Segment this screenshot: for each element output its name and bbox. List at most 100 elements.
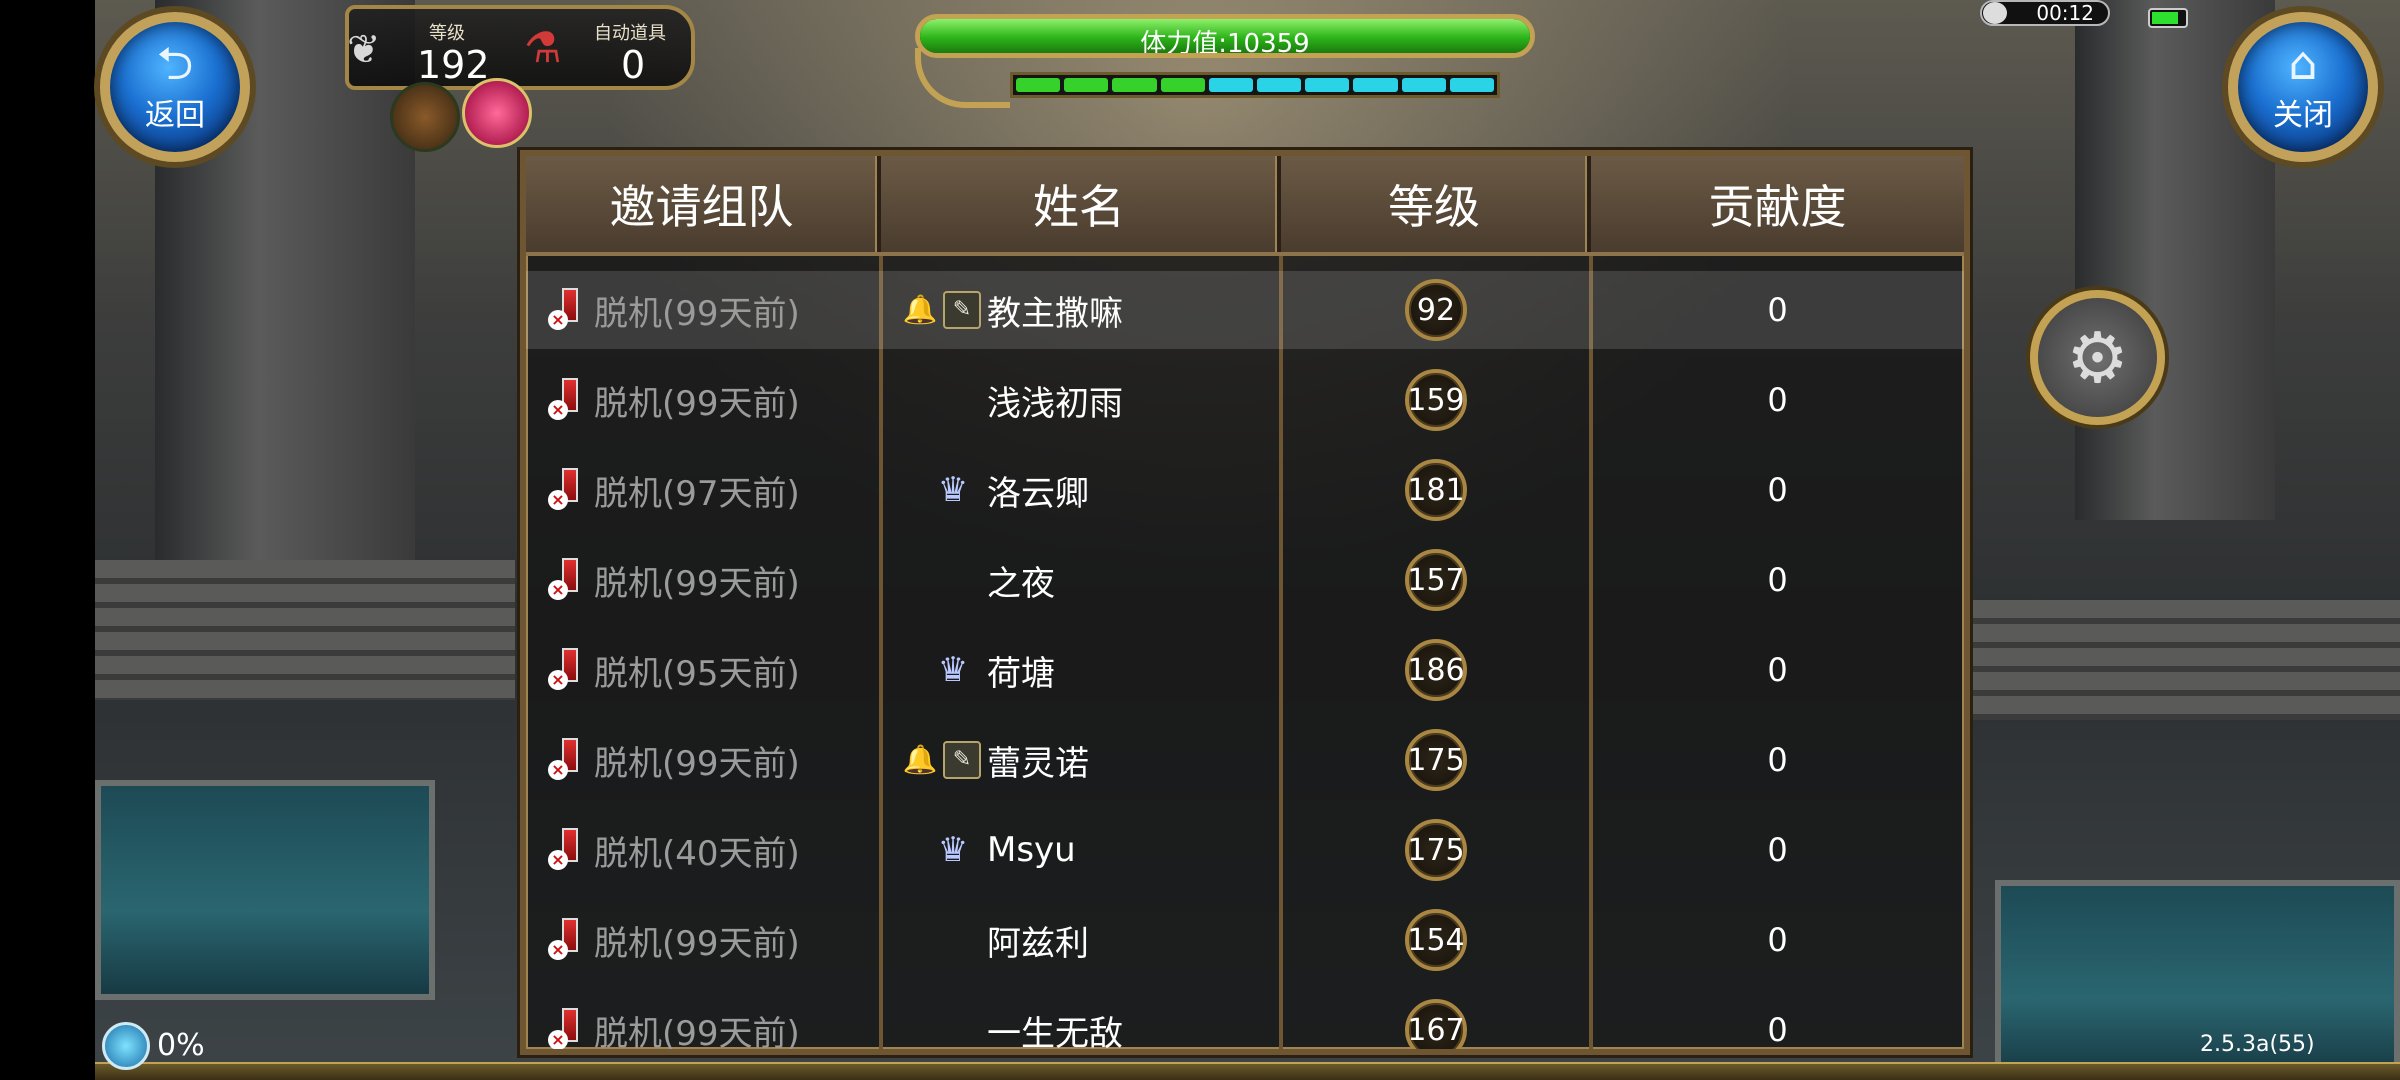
battery-level [2152, 12, 2178, 24]
gift-icon[interactable] [462, 78, 532, 148]
offline-status: 脱机(99天前) [594, 923, 800, 964]
offline-phone-icon: × [548, 378, 588, 422]
name-cell: 之夜 [881, 556, 1281, 605]
player-stats-panel: 等级 192 自动道具 0 ❦ ⚗ [345, 5, 695, 90]
offline-status: 脱机(99天前) [594, 293, 800, 334]
offline-status: 脱机(97天前) [594, 473, 800, 514]
name-cell: 阿兹利 [881, 916, 1281, 965]
offline-status: 脱机(99天前) [594, 1013, 800, 1050]
member-role-icons: ♛ [891, 468, 981, 512]
level-cell: 175 [1281, 729, 1591, 791]
back-button-label: 返回 [145, 98, 205, 133]
level-badge: 92 [1405, 279, 1467, 341]
level-badge: 175 [1405, 729, 1467, 791]
offline-status: 脱机(95天前) [594, 653, 800, 694]
invite-cell[interactable]: × 脱机(97天前) [526, 466, 881, 515]
name-cell: 浅浅初雨 [881, 376, 1281, 425]
invite-cell[interactable]: × 脱机(99天前) [526, 1006, 881, 1050]
offline-phone-icon: × [548, 288, 588, 332]
table-row[interactable]: × 脱机(99天前) 之夜 157 0 [526, 541, 1964, 619]
contribution-value: 0 [1767, 471, 1788, 509]
crown-icon: ♛ [937, 650, 969, 690]
crown-icon: ♛ [937, 470, 969, 510]
invite-cell[interactable]: × 脱机(99天前) [526, 556, 881, 605]
offline-phone-icon: × [548, 468, 588, 512]
member-name: 教主撒嘛 [987, 293, 1123, 334]
bag-icon[interactable] [390, 82, 460, 152]
member-role-icons [891, 378, 981, 422]
name-cell: ♛ 荷塘 [881, 646, 1281, 695]
member-list-panel: 邀请组队 姓名 等级 贡献度 × 脱机(99天前) 🔔 ✎ 教主撒嘛 92 0 × 脱机(99天… [520, 150, 1970, 1055]
crown-icon: ♛ [937, 830, 969, 870]
contribution-value: 0 [1767, 291, 1788, 329]
invite-cell[interactable]: × 脱机(95天前) [526, 646, 881, 695]
member-role-icons: 🔔 ✎ [891, 288, 981, 332]
auto-item-value: 0 [621, 43, 646, 87]
background-pool [1995, 880, 2400, 1080]
contribution-value: 0 [1767, 381, 1788, 419]
energy-segment [1064, 78, 1109, 92]
header-level[interactable]: 等级 [1281, 156, 1591, 252]
version-label: 2.5.3a(55) [2200, 1032, 2315, 1057]
back-button[interactable]: ⮌ 返回 [100, 12, 250, 162]
member-role-icons [891, 558, 981, 602]
contribution-value: 0 [1767, 1011, 1788, 1049]
clock-text: 00:12 [2036, 1, 2094, 25]
level-cell: 92 [1281, 279, 1591, 341]
member-role-icons: ♛ [891, 828, 981, 872]
name-cell: 🔔 ✎ 教主撒嘛 [881, 286, 1281, 335]
background-pool [95, 780, 435, 1000]
table-row[interactable]: × 脱机(97天前) ♛ 洛云卿 181 0 [526, 451, 1964, 529]
experience-percent: 0% [157, 1028, 205, 1063]
invite-cell[interactable]: × 脱机(99天前) [526, 376, 881, 425]
offline-status: 脱机(99天前) [594, 383, 800, 424]
level-cell: 186 [1281, 639, 1591, 701]
table-row[interactable]: × 脱机(99天前) 浅浅初雨 159 0 [526, 361, 1964, 439]
close-button[interactable]: ⌂ 关闭 [2228, 12, 2378, 162]
stamina-text: 体力值:10359 [1140, 29, 1310, 58]
offline-status: 脱机(99天前) [594, 743, 800, 784]
table-row[interactable]: × 脱机(99天前) 🔔 ✎ 蕾灵诺 175 0 [526, 721, 1964, 799]
contribution-value: 0 [1767, 561, 1788, 599]
energy-segment [1257, 78, 1302, 92]
invite-cell[interactable]: × 脱机(99天前) [526, 286, 881, 335]
table-row[interactable]: × 脱机(99天前) 🔔 ✎ 教主撒嘛 92 0 [526, 271, 1964, 349]
experience-icon [102, 1022, 150, 1070]
member-name: 一生无敌 [987, 1013, 1123, 1050]
level-badge: 175 [1405, 819, 1467, 881]
member-name: 浅浅初雨 [987, 383, 1123, 424]
potion-icon: ⚗ [524, 23, 562, 72]
offline-status: 脱机(40天前) [594, 833, 800, 874]
table-row[interactable]: × 脱机(40天前) ♛ Msyu 175 0 [526, 811, 1964, 889]
name-cell: ♛ 洛云卿 [881, 466, 1281, 515]
energy-segments [1010, 72, 1500, 98]
header-contribution[interactable]: 贡献度 [1591, 156, 1964, 252]
energy-segment [1208, 78, 1254, 92]
offline-phone-icon: × [548, 648, 588, 692]
background-stairs [1965, 600, 2400, 720]
table-row[interactable]: × 脱机(99天前) 一生无敌 167 0 [526, 991, 1964, 1049]
member-role-icons [891, 1008, 981, 1049]
member-name: 蕾灵诺 [987, 743, 1089, 784]
member-name: 阿兹利 [987, 923, 1089, 964]
clock-icon [1983, 2, 2007, 24]
invite-cell[interactable]: × 脱机(99天前) [526, 916, 881, 965]
name-cell: 一生无敌 [881, 1006, 1281, 1050]
table-row[interactable]: × 脱机(95天前) ♛ 荷塘 186 0 [526, 631, 1964, 709]
header-invite[interactable]: 邀请组队 [526, 156, 881, 252]
level-cell: 175 [1281, 819, 1591, 881]
member-name: 洛云卿 [987, 473, 1089, 514]
table-row[interactable]: × 脱机(99天前) 阿兹利 154 0 [526, 901, 1964, 979]
gear-icon[interactable]: ⚙ [2030, 290, 2165, 425]
member-name: Msyu [987, 830, 1076, 870]
note-icon: ✎ [943, 741, 981, 779]
invite-cell[interactable]: × 脱机(99天前) [526, 736, 881, 785]
header-name[interactable]: 姓名 [881, 156, 1281, 252]
energy-segment [1112, 78, 1157, 92]
level-cell: 181 [1281, 459, 1591, 521]
home-icon: ⌂ [2288, 36, 2318, 90]
offline-phone-icon: × [548, 738, 588, 782]
invite-cell[interactable]: × 脱机(40天前) [526, 826, 881, 875]
contribution-value: 0 [1767, 651, 1788, 689]
contribution-value: 0 [1767, 921, 1788, 959]
